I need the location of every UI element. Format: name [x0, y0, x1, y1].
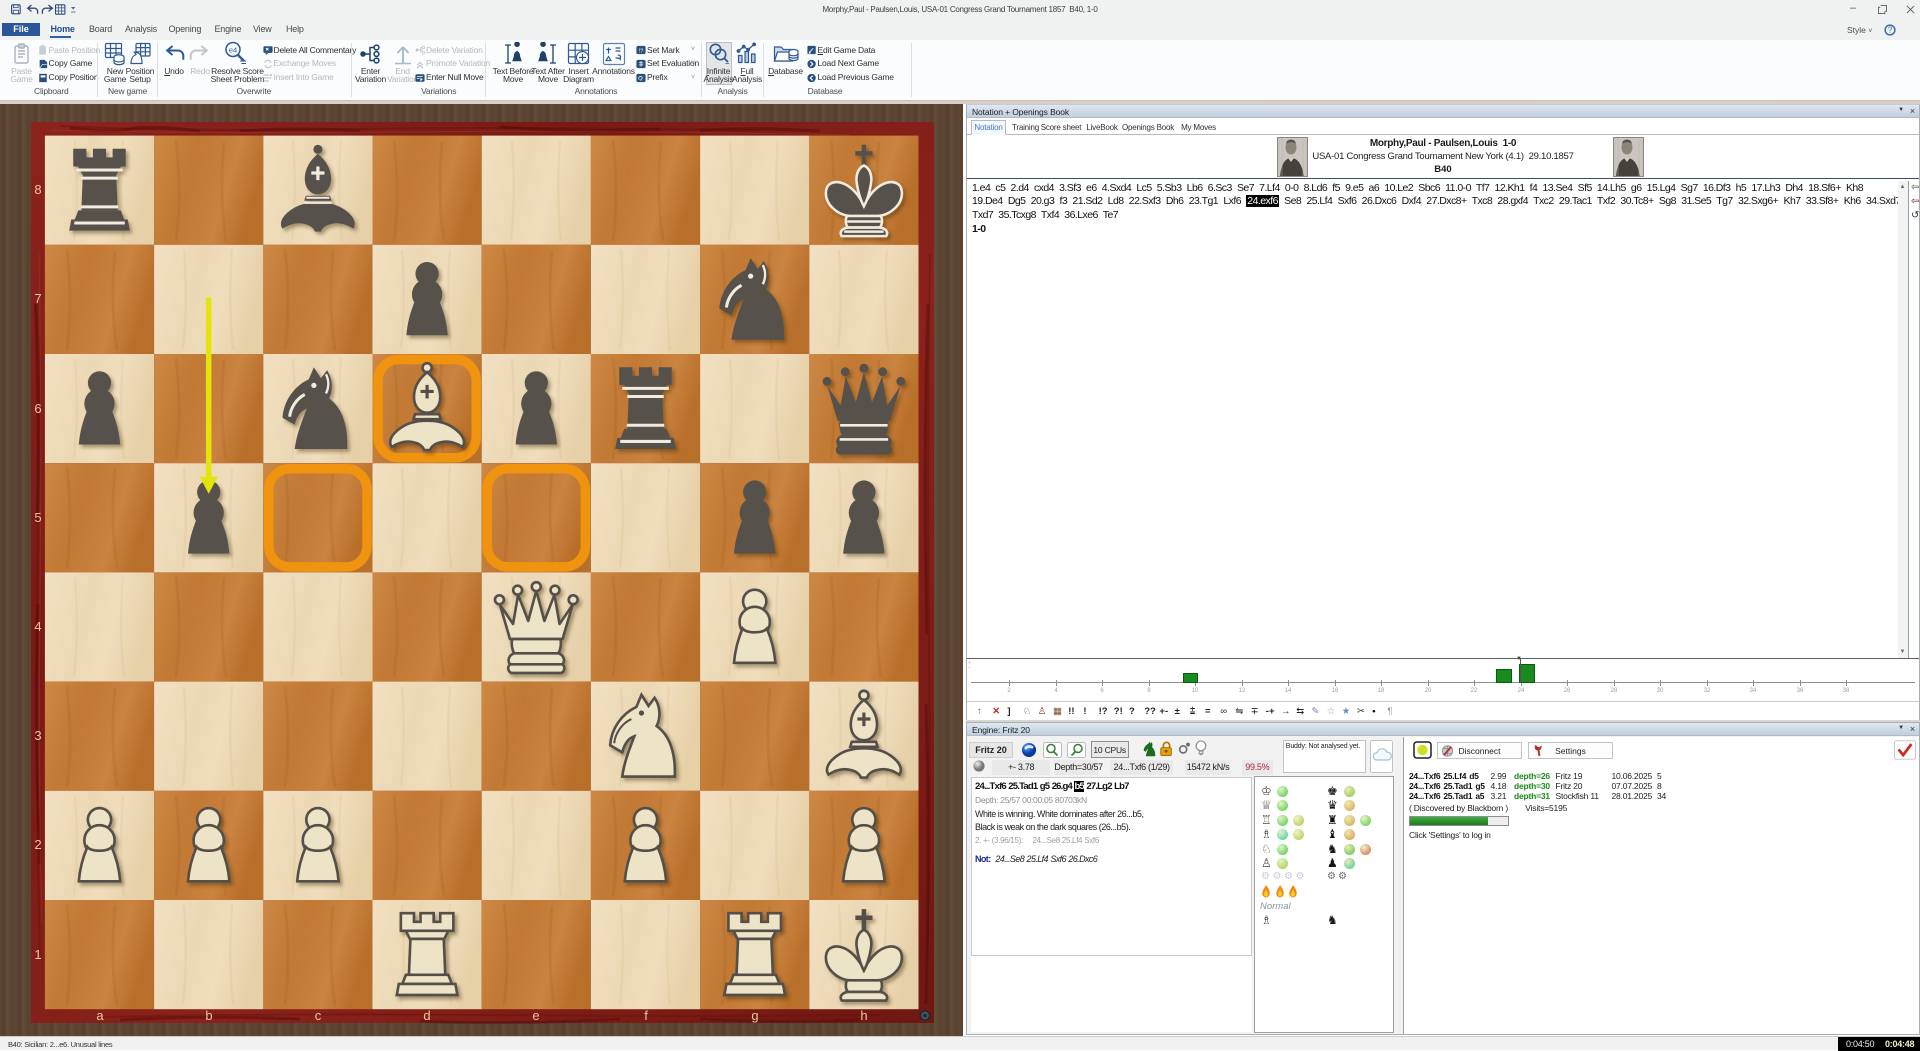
svg-text:6: 6: [34, 401, 41, 416]
svg-text:3: 3: [34, 728, 41, 743]
svg-text:e4: e4: [229, 46, 237, 55]
svg-text:1: 1: [34, 947, 41, 962]
svg-text:7: 7: [34, 291, 41, 306]
svg-text:d: d: [423, 1008, 430, 1023]
svg-text:!?: !?: [639, 49, 645, 55]
svg-text:?: ?: [1888, 26, 1893, 35]
svg-text:e: e: [532, 1008, 539, 1023]
svg-text:g: g: [751, 1008, 758, 1023]
svg-text:8: 8: [34, 182, 41, 197]
svg-text:4: 4: [34, 619, 41, 634]
svg-text:2: 2: [34, 837, 41, 852]
svg-text:a: a: [96, 1008, 104, 1023]
svg-text:h: h: [860, 1008, 867, 1023]
svg-text:f: f: [644, 1008, 648, 1023]
svg-text:c: c: [315, 1008, 322, 1023]
svg-text:5: 5: [34, 510, 41, 525]
svg-text:b: b: [205, 1008, 212, 1023]
